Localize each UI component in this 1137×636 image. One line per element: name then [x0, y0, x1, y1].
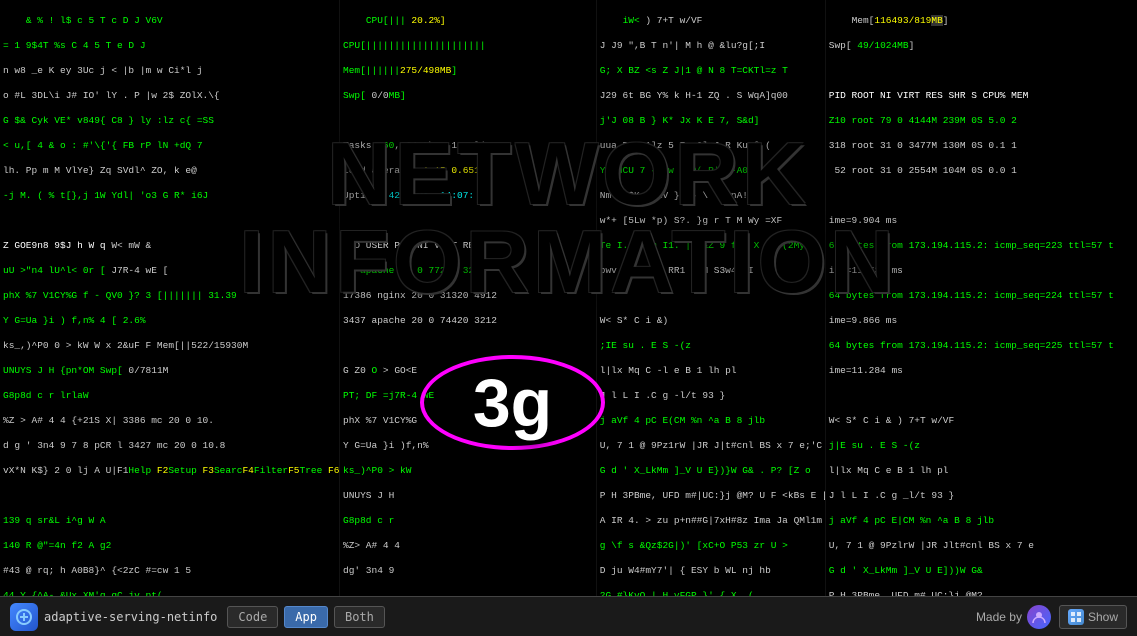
terminal-col-1: & % ! l$ c 5 T c D J V6V = 1 9$4T %s C 4…: [0, 0, 339, 596]
terminal-col-2: CPU[||| 20.2%] CPU[|||||||||||||||||||||…: [339, 0, 596, 596]
taskbar-left: adaptive-serving-netinfo Code App Both: [10, 603, 385, 631]
app-icon: [10, 603, 38, 631]
terminal-col-3: iW< ) 7+T w/VF J J9 ",B T n'| M h @ &lu?…: [596, 0, 825, 596]
show-icon: [1068, 609, 1084, 625]
tab-app[interactable]: App: [284, 606, 328, 628]
terminal-background: & % ! l$ c 5 T c D J V6V = 1 9$4T %s C 4…: [0, 0, 1137, 596]
terminal-col-4: Mem[116493/819MB] Swp[ 49/1024MB] PID RO…: [825, 0, 1137, 596]
taskbar: adaptive-serving-netinfo Code App Both M…: [0, 596, 1137, 636]
made-by-label: Made by: [976, 610, 1022, 624]
taskbar-right: Made by Show: [976, 605, 1127, 629]
show-button[interactable]: Show: [1059, 605, 1127, 629]
tab-both[interactable]: Both: [334, 606, 385, 628]
made-by-section: Made by: [976, 605, 1051, 629]
show-label: Show: [1088, 610, 1118, 624]
app-name-label: adaptive-serving-netinfo: [44, 610, 217, 624]
avatar: [1027, 605, 1051, 629]
tab-code[interactable]: Code: [227, 606, 278, 628]
